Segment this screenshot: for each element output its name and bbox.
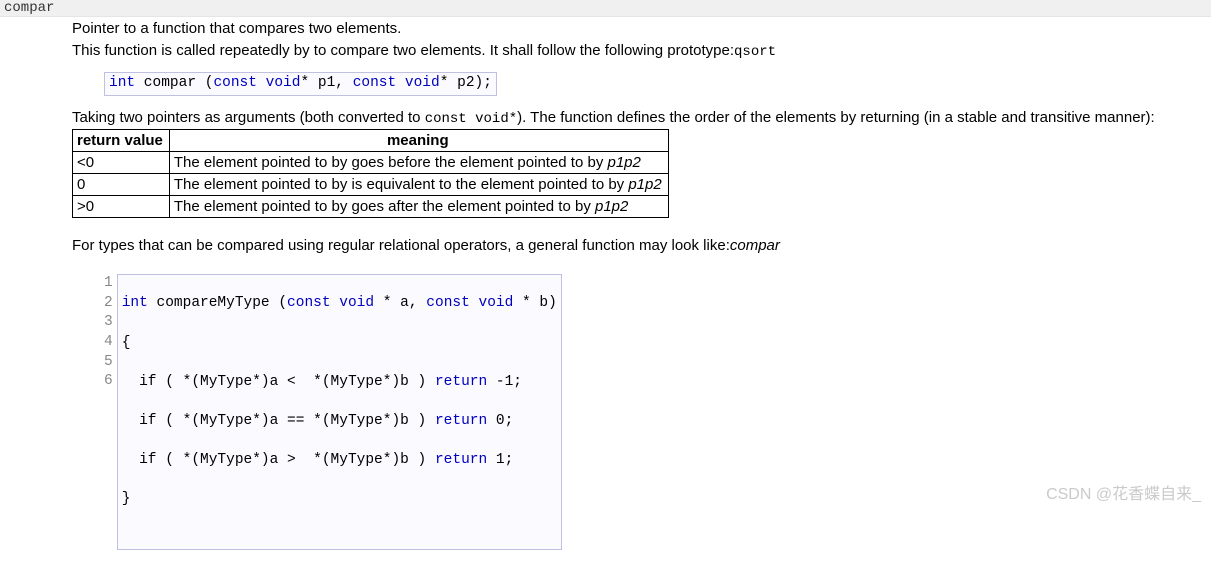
- code-text: if ( *(MyType*)a < *(MyType*)b ): [122, 374, 435, 390]
- cell-meaning: The element pointed to by goes before th…: [169, 151, 668, 173]
- code-text: * b): [513, 295, 557, 311]
- lineno: 6: [104, 372, 113, 392]
- lineno: 3: [104, 313, 113, 333]
- cell-ital: p1p2: [595, 198, 628, 215]
- cell-ret: >0: [73, 195, 170, 217]
- kw-const-1: const: [213, 75, 257, 91]
- table-row: >0 The element pointed to by goes after …: [73, 195, 669, 217]
- code-text: -1;: [487, 374, 522, 390]
- cell-ret: 0: [73, 173, 170, 195]
- table-row: 0 The element pointed to by is equivalen…: [73, 173, 669, 195]
- kw-const: const: [426, 295, 470, 311]
- table-row: <0 The element pointed to by goes before…: [73, 151, 669, 173]
- th-meaning: meaning: [169, 129, 668, 151]
- line-number-gutter: 1 2 3 4 5 6: [104, 274, 117, 549]
- cell-meaning: The element pointed to by is equivalent …: [169, 173, 668, 195]
- lineno: 4: [104, 333, 113, 353]
- intro-line-1: Pointer to a function that compares two …: [72, 19, 1207, 39]
- cell-body: The element pointed to by goes before th…: [174, 154, 608, 171]
- section-header: compar: [0, 0, 1211, 17]
- cell-ital: p1p2: [628, 176, 661, 193]
- kw-const: const: [287, 295, 331, 311]
- lineno: 5: [104, 353, 113, 373]
- cell-body: The element pointed to by is equivalent …: [174, 176, 628, 193]
- code-text: 0;: [487, 413, 513, 429]
- example-codeblock: 1 2 3 4 5 6 int compareMyType (const voi…: [104, 274, 562, 550]
- closing-line: For types that can be compared using reg…: [72, 236, 1207, 256]
- bridge-post: ). The function defines the order of the…: [517, 109, 1155, 126]
- th-return-value: return value: [73, 129, 170, 151]
- code-line: if ( *(MyType*)a > *(MyType*)b ) return …: [122, 451, 557, 471]
- kw-int: int: [109, 75, 135, 91]
- proto-ptr1: * p1,: [300, 75, 352, 91]
- code-line: {: [122, 334, 557, 354]
- bridge-mono: const void*: [425, 111, 517, 127]
- cell-ital: p1p2: [608, 154, 641, 171]
- proto-tail: * p2);: [440, 75, 492, 91]
- code-line: int compareMyType (const void * a, const…: [122, 294, 557, 314]
- closing-em: compar: [730, 237, 780, 254]
- bridge-pre: Taking two pointers as arguments (both c…: [72, 109, 425, 126]
- kw-int: int: [122, 295, 148, 311]
- cell-ret: <0: [73, 151, 170, 173]
- prototype-codebox: int compar (const void* p1, const void* …: [104, 72, 497, 96]
- kw-const-2: const: [353, 75, 397, 91]
- table-header-row: return value meaning: [73, 129, 669, 151]
- kw-return: return: [435, 374, 487, 390]
- content: Pointer to a function that compares two …: [0, 19, 1211, 564]
- code-text: if ( *(MyType*)a == *(MyType*)b ): [122, 413, 435, 429]
- closing-pre: For types that can be compared using reg…: [72, 237, 730, 254]
- code-text: 1;: [487, 452, 513, 468]
- kw-void-1: void: [266, 75, 301, 91]
- kw-void: void: [339, 295, 374, 311]
- return-value-table: return value meaning <0 The element poin…: [72, 129, 669, 218]
- code-line: }: [122, 490, 557, 510]
- code-line: if ( *(MyType*)a < *(MyType*)b ) return …: [122, 373, 557, 393]
- code-line: if ( *(MyType*)a == *(MyType*)b ) return…: [122, 412, 557, 432]
- intro-line-2-text: This function is called repeatedly by to…: [72, 42, 734, 59]
- intro-line-2-mono: qsort: [734, 44, 776, 60]
- kw-return: return: [435, 413, 487, 429]
- proto-mid: compar (: [135, 75, 213, 91]
- lineno: 2: [104, 294, 113, 314]
- code-body: int compareMyType (const void * a, const…: [117, 274, 561, 549]
- lineno: 1: [104, 274, 113, 294]
- cell-meaning: The element pointed to by goes after the…: [169, 195, 668, 217]
- bridge-paragraph: Taking two pointers as arguments (both c…: [72, 108, 1207, 129]
- code-text: if ( *(MyType*)a > *(MyType*)b ): [122, 452, 435, 468]
- intro-line-2: This function is called repeatedly by to…: [72, 41, 1207, 62]
- kw-return: return: [435, 452, 487, 468]
- code-text: compareMyType (: [148, 295, 287, 311]
- kw-void: void: [479, 295, 514, 311]
- kw-void-2: void: [405, 75, 440, 91]
- code-text: * a,: [374, 295, 426, 311]
- cell-body: The element pointed to by goes after the…: [174, 198, 595, 215]
